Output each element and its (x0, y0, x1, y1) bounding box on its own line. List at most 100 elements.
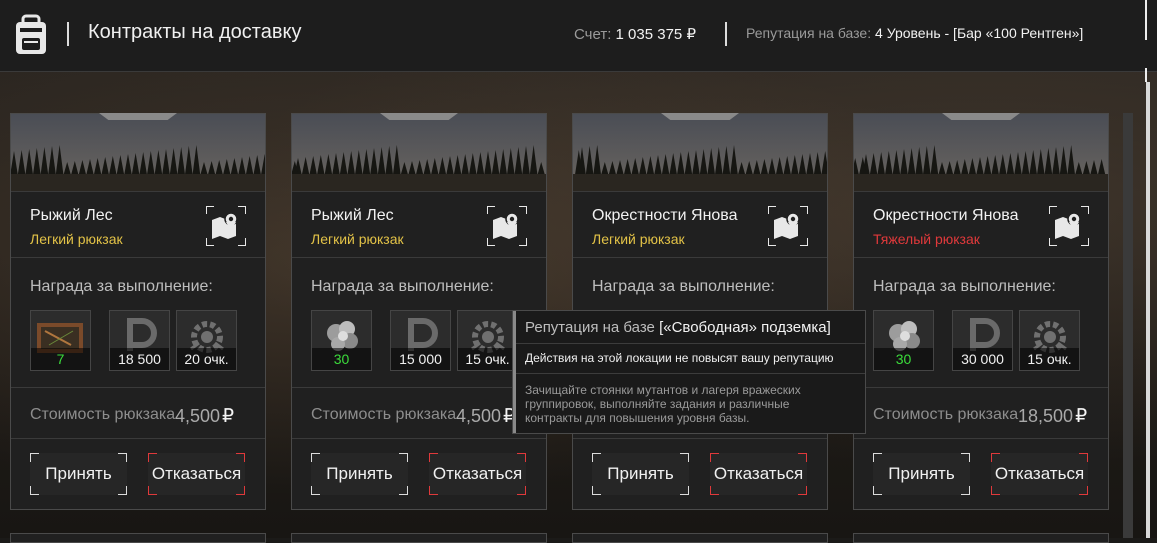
scrollbar-thumb[interactable] (1146, 82, 1150, 538)
decline-label: Отказаться (432, 464, 523, 483)
backpack-type: Легкий рюкзак (592, 231, 685, 247)
reward-value: 30 000 (953, 348, 1012, 370)
contract-card: Рыжий Лес Легкий рюкзак Награда за выполне… (291, 113, 547, 510)
reward-item[interactable]: 18 500 (109, 310, 170, 371)
reward-value: 15 000 (391, 348, 450, 370)
card-tab (380, 113, 458, 120)
tooltip-title-label: Репутация на базе (525, 319, 655, 336)
map-pin-icon[interactable] (1048, 205, 1090, 247)
reward-label: Награда за выполнение: (311, 278, 494, 295)
page-title: Контракты на доставку (88, 21, 302, 43)
decline-button[interactable]: Отказаться (429, 453, 526, 495)
map-pin-icon[interactable] (767, 205, 809, 247)
ruble-icon: ₽ (1075, 406, 1088, 427)
reward-value: 15 очк. (458, 348, 517, 370)
balance-value: 1 035 375 (615, 26, 683, 43)
scroll-track[interactable] (1123, 113, 1133, 538)
location-image (854, 114, 1108, 191)
decline-button[interactable]: Отказаться (710, 453, 807, 495)
decline-button[interactable]: Отказаться (148, 453, 245, 495)
location-row: Рыжий Лес Легкий рюкзак (292, 191, 546, 258)
balance: Счет: 1 035 375 ₽ (574, 25, 696, 43)
location-row: Окрестности Янова Легкий рюкзак (573, 191, 827, 258)
decline-label: Отказаться (994, 464, 1085, 483)
cost-amount: 4,500 (175, 406, 221, 426)
cost-label: Стоимость рюкзака (30, 406, 176, 423)
ruble-icon: ₽ (222, 406, 235, 427)
backpack-type: Легкий рюкзак (311, 231, 404, 247)
header-separator (67, 22, 69, 46)
reward-item[interactable]: 20 очк. (176, 310, 237, 371)
tooltip-base-name: [«Свободная» подземка] (659, 319, 831, 336)
cost-value: 4,500 ₽ (456, 405, 515, 428)
reputation-label: Репутация на базе: (746, 25, 872, 41)
reward-item[interactable]: 30 000 (952, 310, 1013, 371)
location-name: Окрестности Янова (592, 207, 738, 224)
contract-card-next (853, 533, 1109, 543)
reward-value: 7 (31, 348, 90, 370)
reward-item[interactable]: 15 000 (390, 310, 451, 371)
cost-value: 18,500 ₽ (1018, 405, 1087, 428)
location-row: Рыжий Лес Легкий рюкзак (11, 191, 265, 258)
header-separator (725, 22, 727, 46)
cost-amount: 4,500 (456, 406, 502, 426)
location-image (573, 114, 827, 191)
backpack-type: Легкий рюкзак (30, 231, 123, 247)
reward-item[interactable]: 30 (311, 310, 372, 371)
card-tab (661, 113, 739, 120)
header-edge-mark (1145, 0, 1147, 40)
card-tab (99, 113, 177, 120)
backpack-logo-icon (16, 14, 46, 54)
tooltip-description: Зачищайте стоянки мутантов и лагеря враж… (525, 383, 801, 425)
cost-row: Стоимость рюкзака 18,500 ₽ (854, 387, 1108, 439)
accept-button[interactable]: Принять (592, 453, 689, 495)
map-pin-icon[interactable] (486, 205, 528, 247)
reward-item[interactable]: 30 (873, 310, 934, 371)
accept-button[interactable]: Принять (873, 453, 970, 495)
reward-value: 18 500 (110, 348, 169, 370)
contract-card: Окрестности Янова Тяжелый рюкзак Награда з… (853, 113, 1109, 510)
location-image (292, 114, 546, 191)
cost-label: Стоимость рюкзака (311, 406, 457, 423)
map-pin-icon[interactable] (205, 205, 247, 247)
reputation-tooltip: Репутация на базе [«Свободная» подземка]… (512, 310, 866, 434)
contract-card-next (291, 533, 547, 543)
decline-button[interactable]: Отказаться (991, 453, 1088, 495)
accept-label: Принять (45, 464, 112, 483)
accept-button[interactable]: Принять (311, 453, 408, 495)
reward-label: Награда за выполнение: (30, 278, 213, 295)
reward-value: 20 очк. (177, 348, 236, 370)
reputation-value: 4 Уровень - [Бар «100 Рентген»] (875, 25, 1084, 41)
base-reputation: Репутация на базе: 4 Уровень - [Бар «100… (746, 25, 1083, 41)
header: Контракты на доставку Счет: 1 035 375 ₽ … (0, 0, 1157, 72)
balance-label: Счет: (574, 26, 612, 43)
accept-button[interactable]: Принять (30, 453, 127, 495)
decline-label: Отказаться (151, 464, 242, 483)
backpack-type: Тяжелый рюкзак (873, 231, 980, 247)
cost-row: Стоимость рюкзака 4,500 ₽ (11, 387, 265, 439)
reward-value: 30 (874, 348, 933, 370)
tooltip-notice-row: Действия на этой локации не повысят вашу… (516, 343, 865, 374)
accept-label: Принять (888, 464, 955, 483)
contract-card: Рыжий Лес Легкий рюкзак Награда за выполне… (10, 113, 266, 510)
location-name: Рыжий Лес (30, 207, 113, 224)
header-edge-mark (1145, 68, 1147, 82)
balance-currency: ₽ (686, 26, 696, 43)
tooltip-notice: Действия на этой локации не повысят вашу… (525, 351, 834, 365)
location-name: Окрестности Янова (873, 207, 1019, 224)
reward-item[interactable]: 15 очк. (457, 310, 518, 371)
tooltip-title: Репутация на базе [«Свободная» подземка] (525, 319, 831, 336)
cost-row: Стоимость рюкзака 4,500 ₽ (292, 387, 546, 439)
reward-label: Награда за выполнение: (873, 278, 1056, 295)
location-image (11, 114, 265, 191)
cost-value: 4,500 ₽ (175, 405, 234, 428)
accept-label: Принять (607, 464, 674, 483)
location-name: Рыжий Лес (311, 207, 394, 224)
cost-amount: 18,500 (1018, 406, 1074, 426)
accept-label: Принять (326, 464, 393, 483)
decline-label: Отказаться (713, 464, 804, 483)
reward-value: 30 (312, 348, 371, 370)
reward-item[interactable]: 7 (30, 310, 91, 371)
reward-item[interactable]: 15 очк. (1019, 310, 1080, 371)
contract-card-next (572, 533, 828, 543)
